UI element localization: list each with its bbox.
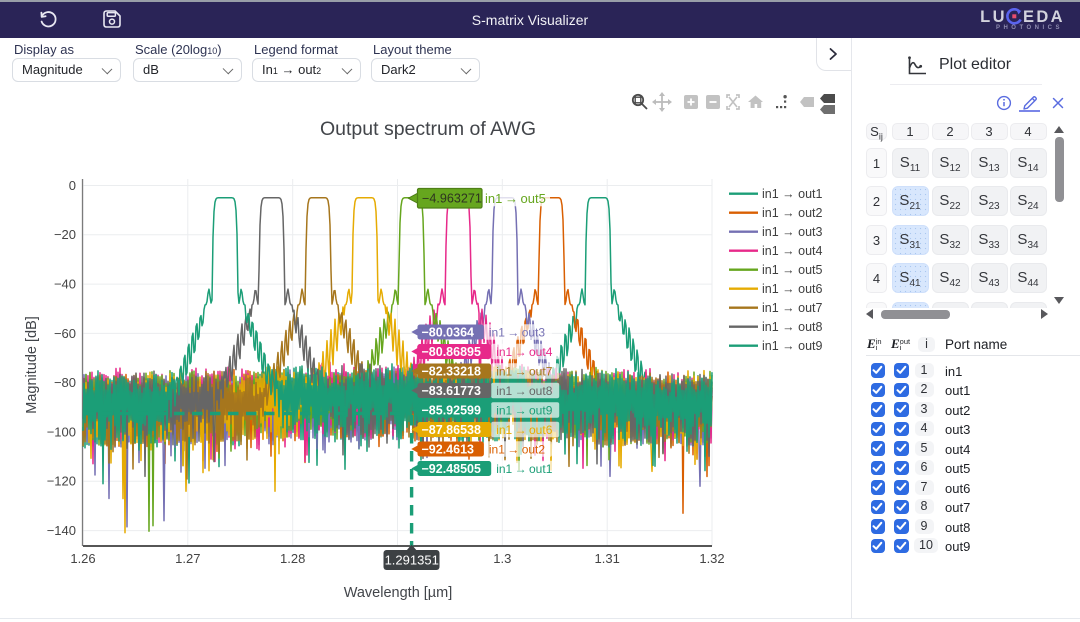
svg-text:in1 → out2: in1 → out2 — [489, 442, 546, 456]
svg-text:−82.33218: −82.33218 — [422, 364, 481, 378]
svg-text:−40: −40 — [54, 277, 76, 292]
svg-text:−83.61773: −83.61773 — [422, 384, 481, 398]
svg-text:−80.86895: −80.86895 — [422, 345, 481, 359]
svg-text:−4.963271: −4.963271 — [422, 192, 482, 206]
svg-text:in1 → out3: in1 → out3 — [762, 225, 823, 239]
svg-text:in1 → out9: in1 → out9 — [762, 339, 823, 353]
svg-text:−92.48505: −92.48505 — [422, 462, 481, 476]
svg-text:−60: −60 — [54, 326, 76, 341]
svg-text:in1 → out2: in1 → out2 — [762, 206, 823, 220]
svg-text:−85.92599: −85.92599 — [422, 403, 481, 417]
svg-text:in1 → out1: in1 → out1 — [496, 462, 553, 476]
svg-text:−87.86538: −87.86538 — [422, 423, 481, 437]
svg-text:−100: −100 — [47, 424, 76, 439]
svg-text:−80.0364: −80.0364 — [422, 325, 475, 339]
svg-text:in1 → out6: in1 → out6 — [496, 423, 553, 437]
svg-text:−20: −20 — [54, 227, 76, 242]
svg-text:1.26: 1.26 — [70, 551, 95, 566]
svg-text:1.27: 1.27 — [175, 551, 200, 566]
svg-text:−120: −120 — [47, 474, 76, 489]
svg-text:in1 → out9: in1 → out9 — [496, 403, 553, 417]
svg-text:in1 → out8: in1 → out8 — [762, 320, 823, 334]
svg-text:−140: −140 — [47, 523, 76, 538]
svg-text:1.291351: 1.291351 — [385, 553, 439, 568]
svg-text:−92.4613: −92.4613 — [422, 442, 475, 456]
svg-text:1.31: 1.31 — [595, 551, 620, 566]
svg-text:in1 → out1: in1 → out1 — [762, 187, 823, 201]
svg-text:in1 → out7: in1 → out7 — [762, 301, 823, 315]
svg-text:−80: −80 — [54, 375, 76, 390]
svg-text:in1 → out5: in1 → out5 — [485, 191, 546, 206]
svg-text:1.3: 1.3 — [493, 551, 511, 566]
svg-text:in1 → out4: in1 → out4 — [496, 345, 553, 359]
svg-text:in1 → out7: in1 → out7 — [496, 364, 553, 378]
svg-text:Wavelength [µm]: Wavelength [µm] — [344, 585, 453, 601]
svg-text:in1 → out6: in1 → out6 — [762, 282, 823, 296]
svg-text:in1 → out3: in1 → out3 — [489, 325, 546, 339]
svg-text:1.32: 1.32 — [699, 551, 724, 566]
svg-text:in1 → out8: in1 → out8 — [496, 384, 553, 398]
svg-text:Magnitude [dB]: Magnitude [dB] — [24, 316, 40, 414]
svg-text:1.28: 1.28 — [280, 551, 305, 566]
svg-text:in1 → out5: in1 → out5 — [762, 263, 823, 277]
svg-text:0: 0 — [69, 178, 76, 193]
svg-text:in1 → out4: in1 → out4 — [762, 244, 823, 258]
svg-text:Output spectrum of AWG: Output spectrum of AWG — [320, 118, 536, 140]
